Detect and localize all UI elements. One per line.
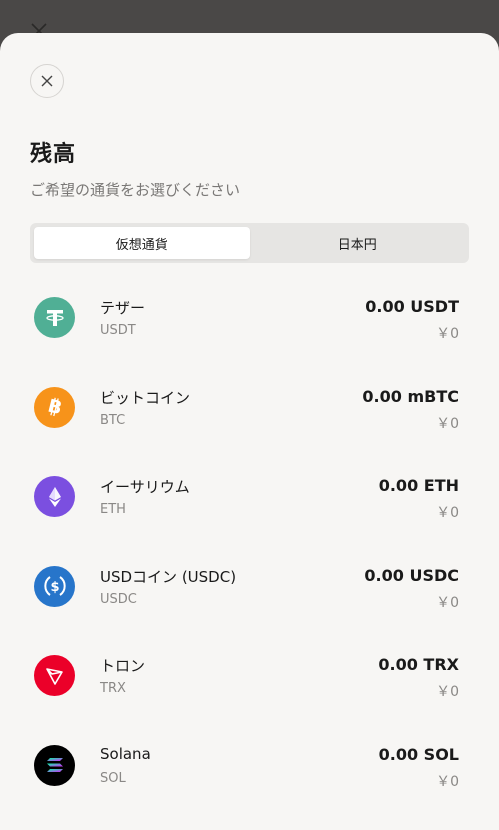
coin-name: イーサリウム [100, 478, 190, 497]
page-subtitle: ご希望の通貨をお選びください [30, 181, 241, 199]
tron-icon [34, 655, 75, 697]
coin-fiat-value: ￥0 [436, 594, 459, 611]
ethereum-icon [34, 476, 75, 518]
coin-row-usdc[interactable]: $ USDコイン (USDC) USDC 0.00 USDC ￥0 [0, 542, 499, 632]
coin-symbol: USDT [100, 323, 136, 338]
coin-symbol: ETH [100, 502, 126, 518]
solana-icon [34, 744, 75, 786]
coin-name: テザー [100, 299, 146, 317]
tab-jpy[interactable]: 日本円 [250, 227, 466, 259]
svg-text:$: $ [50, 580, 59, 595]
coin-fiat-value: ￥0 [436, 773, 459, 790]
tether-icon [34, 297, 75, 338]
coin-name: トロン [100, 657, 146, 676]
page-title: 残高 [30, 142, 77, 167]
close-button[interactable] [30, 64, 64, 98]
coin-row-sol[interactable]: Solana SOL 0.00 SOL ￥0 [0, 721, 499, 811]
coin-name: ビットコイン [100, 388, 191, 407]
coin-name: Solana [100, 744, 151, 763]
balance-sheet: 残高 ご希望の通貨をお選びください 仮想通貨 日本円 テザー USDT 0.00… [0, 33, 499, 830]
coin-amount: 0.00 mBTC [362, 386, 459, 406]
coin-amount: 0.00 TRX [378, 655, 459, 675]
coin-symbol: USDC [100, 591, 137, 607]
coin-symbol: SOL [100, 770, 126, 786]
coin-amount: 0.00 USDC [364, 565, 459, 585]
coin-name: USDコイン (USDC) [100, 567, 237, 586]
usdc-icon: $ [34, 565, 75, 607]
coin-fiat-value: ￥0 [436, 415, 459, 432]
coin-fiat-value: ￥0 [436, 326, 459, 342]
coin-amount: 0.00 SOL [378, 744, 459, 764]
coin-row-eth[interactable]: イーサリウム ETH 0.00 ETH ￥0 [0, 452, 499, 542]
coin-row-usdt[interactable]: テザー USDT 0.00 USDT ￥0 [0, 273, 499, 363]
coin-fiat-value: ￥0 [436, 684, 459, 701]
coin-symbol: TRX [100, 681, 126, 697]
close-icon [41, 75, 53, 87]
tab-crypto[interactable]: 仮想通貨 [34, 227, 250, 259]
bitcoin-icon: B [34, 386, 75, 428]
coin-row-trx[interactable]: トロン TRX 0.00 TRX ￥0 [0, 631, 499, 721]
currency-segment-control: 仮想通貨 日本円 [30, 223, 469, 263]
coin-row-btc[interactable]: B ビットコイン BTC 0.00 mBTC ￥0 [0, 363, 499, 453]
coin-list: テザー USDT 0.00 USDT ￥0 B ビットコイン BTC 0.00 … [0, 273, 499, 811]
backdrop-close-icon[interactable] [28, 20, 50, 34]
coin-amount: 0.00 ETH [378, 476, 459, 496]
coin-symbol: BTC [100, 412, 126, 428]
coin-amount: 0.00 USDT [365, 297, 459, 316]
coin-fiat-value: ￥0 [436, 505, 459, 522]
